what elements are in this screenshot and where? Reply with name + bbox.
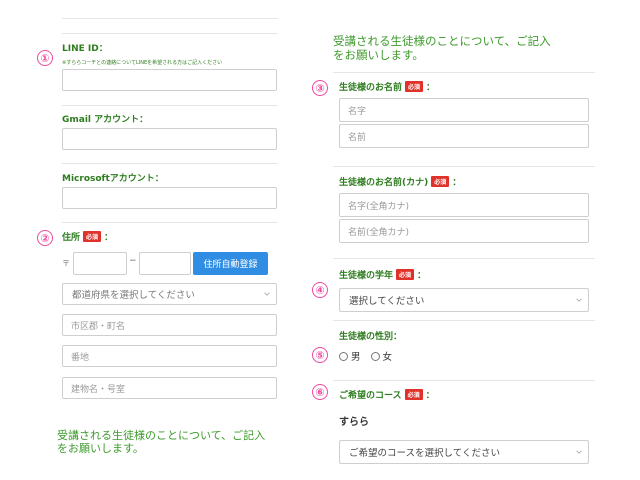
divider-microsoft <box>62 163 278 164</box>
gender-male-label: 男 <box>351 352 361 363</box>
required-badge: 必須 <box>431 176 450 187</box>
street-input[interactable]: 番地 <box>62 345 277 367</box>
student-name-label: 生徒様のお名前 <box>339 83 403 93</box>
course-select[interactable]: ご希望のコースを選択してください <box>339 440 589 464</box>
postal-code-second-input[interactable] <box>139 252 191 275</box>
chevron-down-icon <box>576 450 582 454</box>
colon: ： <box>417 271 427 281</box>
prefecture-select[interactable]: 都道府県を選択してください <box>62 283 277 305</box>
divider-kana <box>333 166 595 167</box>
required-badge: 必須 <box>405 81 424 92</box>
line-id-input[interactable] <box>62 69 277 91</box>
course-name: すらら <box>339 417 369 428</box>
address-label-row: 住所 必須： <box>62 230 113 243</box>
address-label: 住所 <box>62 233 81 243</box>
gender-male-radio[interactable] <box>339 351 348 361</box>
left-intro-text: 受講される生徒様のことについて、ご記入 をお願いします。 <box>57 429 287 455</box>
grade-select[interactable]: 選択してください <box>339 288 589 312</box>
colon: ： <box>425 391 435 401</box>
marker-6-icon: ⑥ <box>312 384 328 400</box>
divider-grade <box>333 258 595 259</box>
microsoft-label: Microsoftアカウント： <box>62 174 164 184</box>
student-gender-label: 生徒様の性別： <box>339 332 403 342</box>
divider-course <box>333 380 595 381</box>
marker-3-icon: ③ <box>312 80 328 96</box>
course-label-row: ご希望のコース 必須： <box>339 388 435 401</box>
address-autofill-button[interactable]: 住所自動登録 <box>193 252 268 275</box>
colon: ： <box>426 83 436 93</box>
divider-gender <box>333 320 595 321</box>
gender-female-radio[interactable] <box>370 351 380 361</box>
postal-mark: 〒 <box>62 259 70 268</box>
first-name-kana-input[interactable]: 名前(全角カナ) <box>339 219 589 243</box>
student-grade-label: 生徒様の学年 <box>339 271 394 281</box>
chevron-down-icon <box>264 292 270 296</box>
top-divider <box>62 18 278 19</box>
gender-radio-group: 男 女 <box>339 349 392 363</box>
line-id-label: LINE ID： <box>62 44 108 54</box>
student-kana-label-row: 生徒様のお名前(カナ) 必須： <box>339 175 461 188</box>
student-kana-label: 生徒様のお名前(カナ) <box>339 178 429 188</box>
marker-1-icon: ① <box>37 50 53 66</box>
divider-gmail <box>62 105 278 106</box>
line-id-note: ※すららコーチとの連絡についてLINEを希望される方はご記入ください <box>62 60 223 66</box>
gmail-input[interactable] <box>62 128 277 150</box>
prefecture-select-value: 都道府県を選択してください <box>72 290 195 301</box>
microsoft-input[interactable] <box>62 187 277 209</box>
course-select-value: ご希望のコースを選択してください <box>349 448 500 459</box>
colon: ： <box>452 178 462 188</box>
last-name-kana-input[interactable]: 名字(全角カナ) <box>339 193 589 217</box>
required-badge: 必須 <box>83 231 102 242</box>
last-name-input[interactable]: 名字 <box>339 98 589 122</box>
gmail-label: Gmail アカウント： <box>62 115 149 125</box>
chevron-down-icon <box>576 298 582 302</box>
right-intro-text: 受講される生徒様のことについて、ご記入 をお願いします。 <box>333 34 593 62</box>
required-badge: 必須 <box>404 389 423 400</box>
left-intro-line2: をお願いします。 <box>57 442 144 455</box>
marker-5-icon: ⑤ <box>312 347 328 363</box>
city-input[interactable]: 市区郡・町名 <box>62 314 277 336</box>
building-input[interactable]: 建物名・号室 <box>62 377 277 399</box>
required-badge: 必須 <box>396 269 415 280</box>
divider-line-top <box>62 33 278 34</box>
student-grade-label-row: 生徒様の学年 必須： <box>339 268 426 281</box>
marker-4-icon: ④ <box>312 282 328 298</box>
colon: ： <box>104 233 114 243</box>
grade-select-value: 選択してください <box>349 296 425 307</box>
right-intro-line1: 受講される生徒様のことについて、ご記入 <box>333 34 551 48</box>
gender-female-label: 女 <box>382 352 393 363</box>
divider-address <box>62 222 278 223</box>
divider-name <box>333 72 595 73</box>
course-label: ご希望のコース <box>339 391 402 401</box>
student-name-label-row: 生徒様のお名前 必須： <box>339 80 435 93</box>
left-intro-line1: 受講される生徒様のことについて、ご記入 <box>57 429 266 442</box>
first-name-input[interactable]: 名前 <box>339 124 589 148</box>
marker-2-icon: ② <box>37 230 53 246</box>
postal-dash: − <box>129 256 137 266</box>
postal-code-first-input[interactable] <box>73 252 127 275</box>
right-intro-line2: をお願いします。 <box>333 48 424 62</box>
